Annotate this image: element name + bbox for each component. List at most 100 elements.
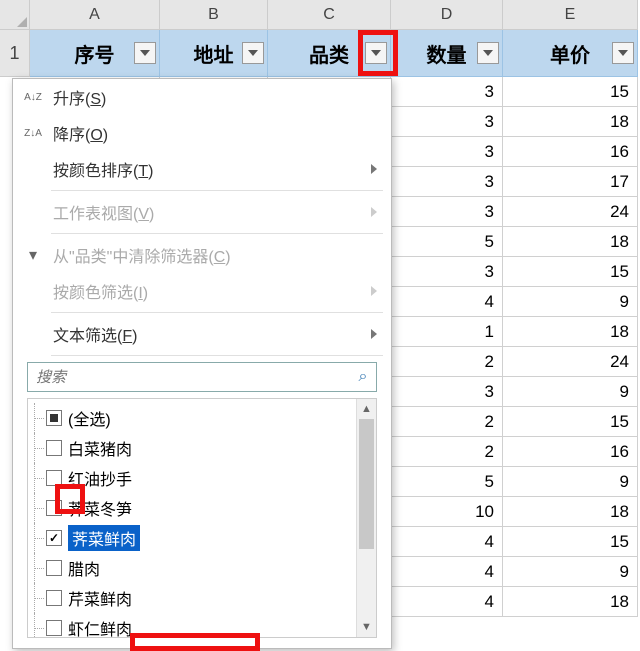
header-label: 单价 — [550, 39, 590, 68]
column-headers-row: ABCDE — [30, 0, 638, 30]
cell[interactable]: 18 — [503, 227, 638, 257]
cell[interactable]: 4 — [391, 557, 503, 587]
checklist-item[interactable]: 荠菜鲜肉 — [28, 523, 356, 553]
cell[interactable]: 4 — [391, 527, 503, 557]
cell[interactable]: 2 — [391, 347, 503, 377]
cell[interactable]: 18 — [503, 497, 638, 527]
cell[interactable]: 9 — [503, 287, 638, 317]
menu-text-filter[interactable]: 文本筛选(F) — [13, 316, 391, 352]
cell[interactable]: 9 — [503, 467, 638, 497]
checkbox[interactable] — [46, 530, 62, 546]
scroll-up-icon[interactable]: ▲ — [357, 399, 376, 419]
filter-header-row: 序号地址品类数量单价 — [30, 30, 638, 77]
header-cell-D: 数量 — [391, 30, 503, 77]
cell[interactable]: 3 — [391, 377, 503, 407]
search-icon: ⌕ — [350, 368, 376, 386]
cell[interactable]: 15 — [503, 407, 638, 437]
checkbox[interactable] — [46, 590, 62, 606]
cell[interactable]: 15 — [503, 77, 638, 107]
label: 按颜色筛选(I) — [53, 279, 148, 303]
menu-clear-filter: ▾ 从"品类"中清除筛选器(C) — [13, 237, 391, 273]
filter-button-A[interactable] — [134, 42, 156, 64]
cell[interactable]: 9 — [503, 557, 638, 587]
cell[interactable]: 2 — [391, 437, 503, 467]
filter-button-B[interactable] — [242, 42, 264, 64]
label: 降序(O) — [53, 121, 108, 145]
cell[interactable]: 5 — [391, 467, 503, 497]
header-label: 地址 — [194, 39, 234, 68]
cell[interactable]: 5 — [391, 227, 503, 257]
checklist-item[interactable]: 腊肉 — [28, 553, 356, 583]
cell[interactable]: 24 — [503, 197, 638, 227]
cell[interactable]: 15 — [503, 257, 638, 287]
checklist-item[interactable]: 虾仁鲜肉 — [28, 613, 356, 637]
menu-sort-desc[interactable]: Z↓A 降序(O) — [13, 115, 391, 151]
menu-filter-by-color: 按颜色筛选(I) — [13, 273, 391, 309]
menu-sort-asc[interactable]: A↓Z 升序(S) — [13, 79, 391, 115]
cell[interactable]: 9 — [503, 377, 638, 407]
cell[interactable]: 16 — [503, 137, 638, 167]
cell[interactable]: 4 — [391, 287, 503, 317]
cell[interactable]: 3 — [391, 197, 503, 227]
col-header-D[interactable]: D — [391, 0, 503, 30]
cell[interactable]: 3 — [391, 137, 503, 167]
filter-button-E[interactable] — [612, 42, 634, 64]
checklist-item[interactable]: 白菜猪肉 — [28, 433, 356, 463]
scroll-thumb[interactable] — [359, 419, 374, 549]
col-header-A[interactable]: A — [30, 0, 160, 30]
checklist-item[interactable]: (全选) — [28, 403, 356, 433]
label: 工作表视图(V) — [53, 200, 154, 224]
separator — [51, 233, 383, 234]
cell[interactable]: 4 — [391, 587, 503, 617]
cell[interactable]: 3 — [391, 77, 503, 107]
checkbox[interactable] — [46, 410, 62, 426]
cell[interactable]: 1 — [391, 317, 503, 347]
label: 按颜色排序(T) — [53, 157, 153, 181]
cell[interactable]: 18 — [503, 107, 638, 137]
submenu-arrow-icon — [371, 286, 377, 296]
cell[interactable]: 3 — [391, 257, 503, 287]
header-label: 数量 — [427, 39, 467, 68]
header-cell-E: 单价 — [503, 30, 638, 77]
checklist-label: 白菜猪肉 — [68, 436, 132, 460]
col-header-C[interactable]: C — [268, 0, 391, 30]
separator — [51, 355, 383, 356]
filter-dropdown-menu: A↓Z 升序(S) Z↓A 降序(O) 按颜色排序(T) 工作表视图(V) ▾ … — [12, 78, 392, 649]
label: 升序(S) — [53, 85, 106, 109]
filter-button-C[interactable] — [365, 42, 387, 64]
funnel-clear-icon: ▾ — [23, 245, 43, 265]
scrollbar[interactable]: ▲ ▼ — [356, 399, 376, 637]
cell[interactable]: 2 — [391, 407, 503, 437]
search-input[interactable] — [28, 369, 350, 386]
cell[interactable]: 18 — [503, 317, 638, 347]
checklist-item[interactable]: 芹菜鲜肉 — [28, 583, 356, 613]
select-all-corner[interactable] — [0, 0, 30, 30]
label: 从"品类"中清除筛选器(C) — [53, 243, 231, 267]
checkbox[interactable] — [46, 440, 62, 456]
checkbox[interactable] — [46, 560, 62, 576]
checklist-item[interactable]: 荠菜冬笋 — [28, 493, 356, 523]
label: 文本筛选(F) — [53, 322, 137, 346]
checkbox[interactable] — [46, 620, 62, 636]
separator — [51, 312, 383, 313]
filter-button-D[interactable] — [477, 42, 499, 64]
cell[interactable]: 16 — [503, 437, 638, 467]
cell[interactable]: 10 — [391, 497, 503, 527]
checklist-label: (全选) — [68, 406, 111, 430]
col-header-B[interactable]: B — [160, 0, 268, 30]
cell[interactable]: 24 — [503, 347, 638, 377]
header-label: 序号 — [75, 39, 115, 68]
col-header-E[interactable]: E — [503, 0, 638, 30]
cell[interactable]: 17 — [503, 167, 638, 197]
filter-search-box[interactable]: ⌕ — [27, 362, 377, 392]
cell[interactable]: 15 — [503, 527, 638, 557]
checkbox[interactable] — [46, 470, 62, 486]
cell[interactable]: 18 — [503, 587, 638, 617]
row-header-1[interactable]: 1 — [0, 30, 30, 77]
cell[interactable]: 3 — [391, 167, 503, 197]
checkbox[interactable] — [46, 500, 62, 516]
menu-sort-by-color[interactable]: 按颜色排序(T) — [13, 151, 391, 187]
scroll-down-icon[interactable]: ▼ — [357, 617, 376, 637]
cell[interactable]: 3 — [391, 107, 503, 137]
checklist-item[interactable]: 红油抄手 — [28, 463, 356, 493]
